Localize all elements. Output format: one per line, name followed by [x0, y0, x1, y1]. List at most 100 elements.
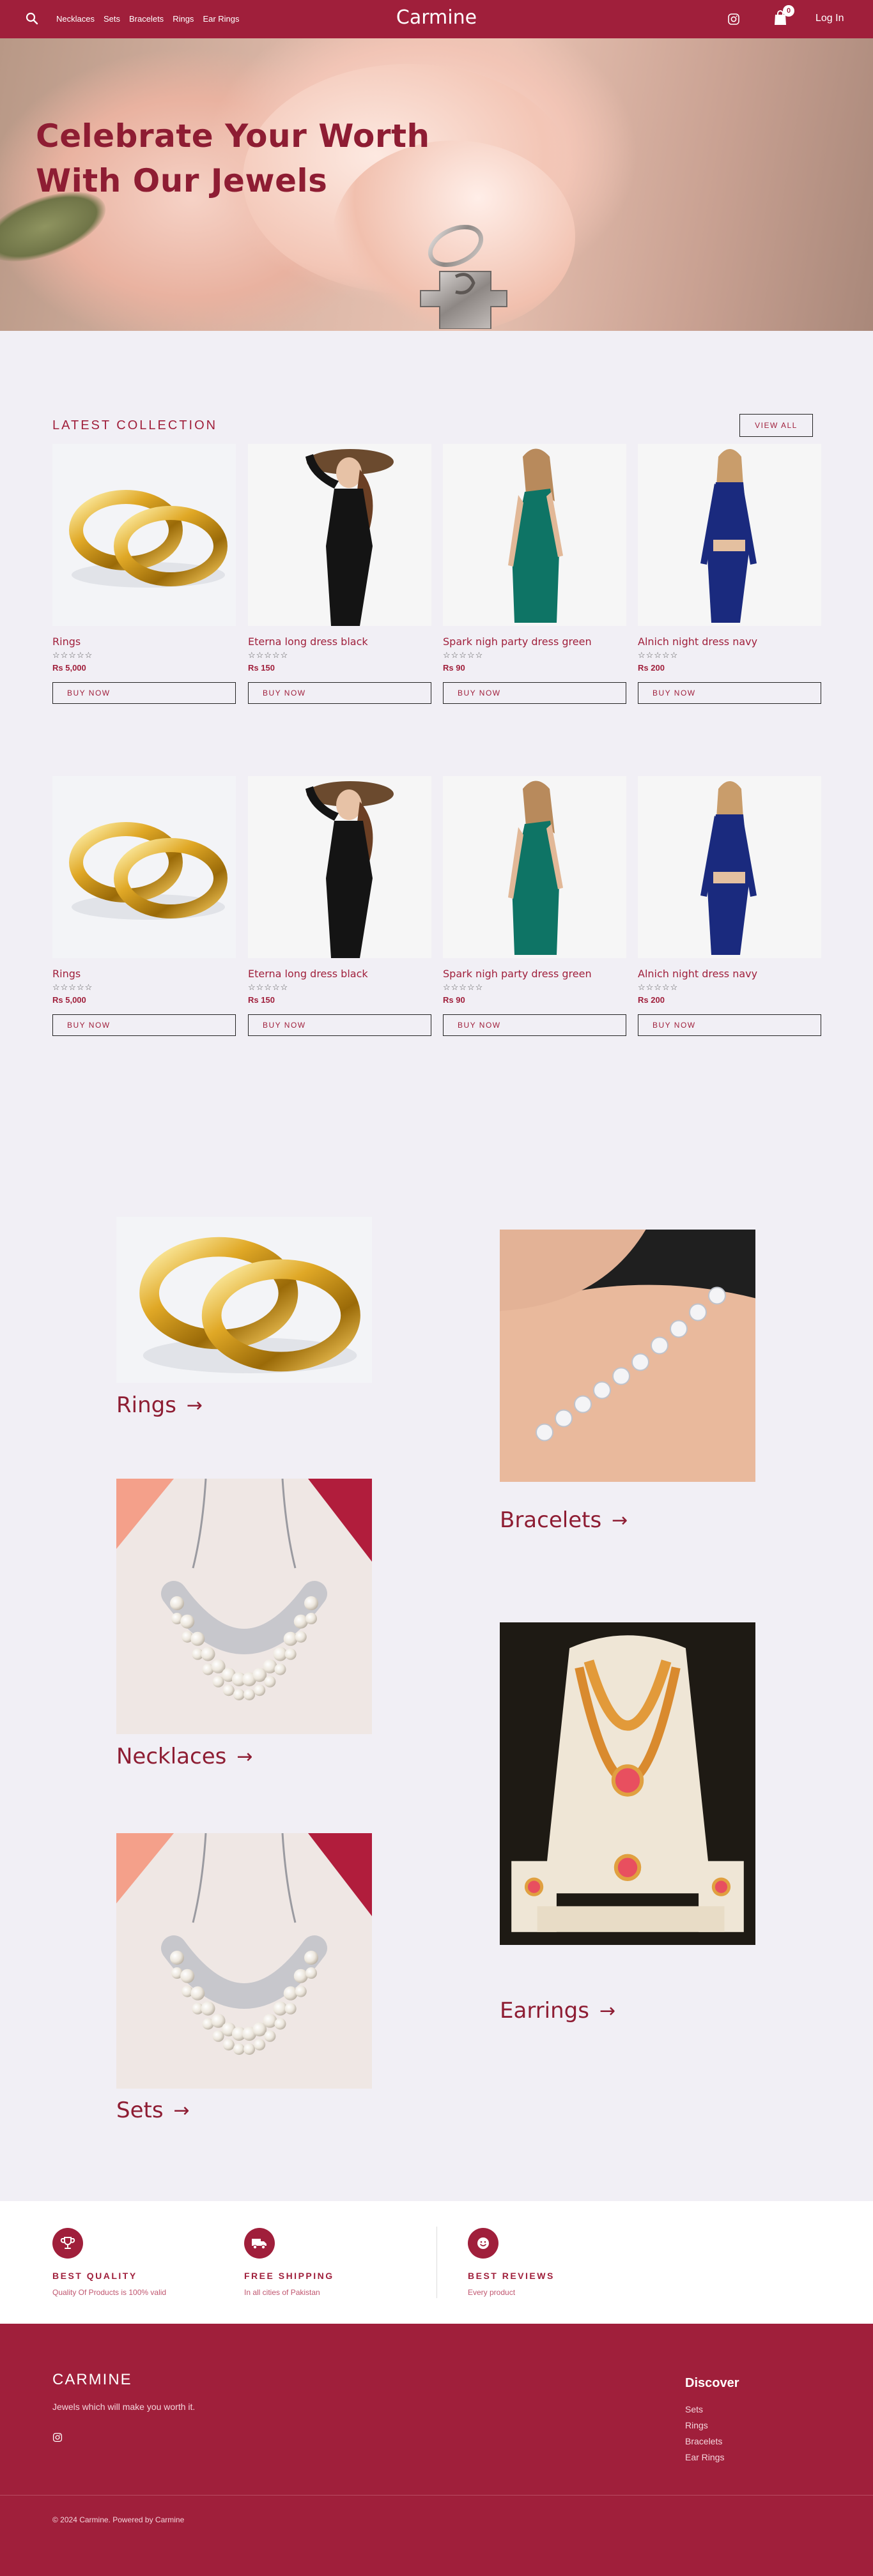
category-image-sets[interactable]: [116, 1833, 372, 2089]
product-name[interactable]: Eterna long dress black: [248, 968, 431, 980]
arrow-right-icon: →: [599, 1999, 616, 2022]
site-header: Necklaces Sets Bracelets Rings Ear Rings…: [0, 0, 873, 38]
category-image-rings[interactable]: [116, 1217, 372, 1383]
product-name[interactable]: Rings: [52, 968, 236, 980]
footer-link-ear-rings[interactable]: Ear Rings: [685, 2452, 724, 2468]
nav-bracelets[interactable]: Bracelets: [129, 14, 164, 24]
instagram-icon[interactable]: [52, 2432, 63, 2443]
category-image-necklaces[interactable]: [116, 1479, 372, 1734]
nav-ear-rings[interactable]: Ear Rings: [203, 14, 239, 24]
footer-tagline: Jewels which will make you worth it.: [52, 2402, 196, 2412]
category-label[interactable]: Bracelets: [500, 1507, 601, 1533]
product-price: Rs 200: [638, 663, 665, 673]
product-image[interactable]: [248, 444, 431, 626]
feature-free-shipping: FREE SHIPPING In all cities of Pakistan: [244, 2228, 334, 2297]
product-card[interactable]: Rings ☆☆☆☆☆ Rs 5,000 BUY NOW: [52, 776, 236, 1036]
category-label[interactable]: Rings: [116, 1392, 176, 1418]
login-link[interactable]: Log In: [815, 13, 844, 24]
product-price: Rs 150: [248, 663, 275, 673]
footer-links: Sets Rings Bracelets Ear Rings: [685, 2404, 724, 2468]
product-name[interactable]: Spark nigh party dress green: [443, 968, 626, 980]
category-link-necklaces[interactable]: Necklaces →: [116, 1744, 252, 1769]
category-link-sets[interactable]: Sets →: [116, 2098, 190, 2123]
product-image[interactable]: [248, 776, 431, 958]
product-name[interactable]: Eterna long dress black: [248, 636, 431, 648]
feature-best-reviews: BEST REVIEWS Every product: [468, 2228, 555, 2297]
hero-banner: Celebrate Your Worth With Our Jewels: [0, 38, 873, 331]
product-name[interactable]: Alnich night dress navy: [638, 636, 821, 648]
buy-now-button[interactable]: BUY NOW: [248, 1014, 431, 1036]
rating-stars: ☆☆☆☆☆: [638, 982, 679, 992]
buy-now-button[interactable]: BUY NOW: [638, 1014, 821, 1036]
category-image-bracelets[interactable]: [500, 1230, 755, 1482]
view-all-button[interactable]: VIEW ALL: [739, 414, 813, 437]
buy-now-button[interactable]: BUY NOW: [52, 682, 236, 704]
product-image[interactable]: [443, 444, 626, 626]
product-name[interactable]: Spark nigh party dress green: [443, 636, 626, 648]
nav-necklaces[interactable]: Necklaces: [56, 14, 95, 24]
truck-icon: [244, 2228, 275, 2259]
product-image[interactable]: [638, 776, 821, 958]
category-link-earrings[interactable]: Earrings →: [500, 1998, 615, 2023]
footer-brand: CARMINE: [52, 2371, 132, 2388]
rating-stars: ☆☆☆☆☆: [443, 982, 484, 992]
footer-link-bracelets[interactable]: Bracelets: [685, 2436, 724, 2452]
rating-stars: ☆☆☆☆☆: [52, 650, 93, 660]
footer-discover-title: Discover: [685, 2376, 739, 2390]
buy-now-button[interactable]: BUY NOW: [638, 682, 821, 704]
product-card[interactable]: Spark nigh party dress green ☆☆☆☆☆ Rs 90 BU…: [443, 776, 626, 1036]
product-card[interactable]: Alnich night dress navy ☆☆☆☆☆ Rs 200 BUY NO…: [638, 444, 821, 704]
feature-divider: [436, 2227, 437, 2298]
category-label[interactable]: Necklaces: [116, 1744, 226, 1769]
footer-divider: [0, 2495, 873, 2496]
trophy-icon: [52, 2228, 83, 2259]
footer-link-rings[interactable]: Rings: [685, 2420, 724, 2436]
feature-title: BEST QUALITY: [52, 2271, 137, 2281]
instagram-icon[interactable]: [727, 13, 740, 26]
product-image[interactable]: [638, 444, 821, 626]
buy-now-button[interactable]: BUY NOW: [248, 682, 431, 704]
arrow-right-icon: →: [612, 1509, 628, 1532]
buy-now-button[interactable]: BUY NOW: [443, 682, 626, 704]
product-image[interactable]: [52, 776, 236, 958]
buy-now-button[interactable]: BUY NOW: [52, 1014, 236, 1036]
product-image[interactable]: [443, 776, 626, 958]
rating-stars: ☆☆☆☆☆: [52, 982, 93, 992]
category-link-bracelets[interactable]: Bracelets →: [500, 1507, 628, 1533]
product-card[interactable]: Eterna long dress black ☆☆☆☆☆ Rs 150 BUY NO…: [248, 776, 431, 1036]
site-footer: CARMINE Jewels which will make you worth…: [0, 2324, 873, 2576]
category-label[interactable]: Sets: [116, 2098, 164, 2123]
arrow-right-icon: →: [186, 1394, 203, 1417]
cart-count-badge: 0: [783, 5, 794, 17]
product-price: Rs 90: [443, 995, 465, 1005]
feature-title: BEST REVIEWS: [468, 2271, 555, 2281]
feature-title: FREE SHIPPING: [244, 2271, 334, 2281]
arrow-right-icon: →: [236, 1745, 253, 1768]
smile-icon: [468, 2228, 498, 2259]
footer-copyright: © 2024 Carmine. Powered by Carmine: [52, 2515, 185, 2524]
nav-rings[interactable]: Rings: [173, 14, 194, 24]
product-price: Rs 5,000: [52, 995, 86, 1005]
rating-stars: ☆☆☆☆☆: [248, 982, 289, 992]
feature-desc: Every product: [468, 2288, 516, 2297]
feature-desc: In all cities of Pakistan: [244, 2288, 320, 2297]
feature-desc: Quality Of Products is 100% valid: [52, 2288, 167, 2297]
product-card[interactable]: Spark nigh party dress green ☆☆☆☆☆ Rs 90 BU…: [443, 444, 626, 704]
footer-link-sets[interactable]: Sets: [685, 2404, 724, 2420]
features-strip: BEST QUALITY Quality Of Products is 100%…: [0, 2201, 873, 2324]
product-name[interactable]: Alnich night dress navy: [638, 968, 821, 980]
category-image-earrings[interactable]: [500, 1622, 755, 1945]
category-link-rings[interactable]: Rings →: [116, 1392, 203, 1418]
search-icon[interactable]: [24, 11, 40, 26]
product-image[interactable]: [52, 444, 236, 626]
buy-now-button[interactable]: BUY NOW: [443, 1014, 626, 1036]
nav-sets[interactable]: Sets: [104, 14, 120, 24]
main-nav: Necklaces Sets Bracelets Rings Ear Rings: [56, 14, 240, 24]
product-name[interactable]: Rings: [52, 636, 236, 648]
rating-stars: ☆☆☆☆☆: [638, 650, 679, 660]
product-card[interactable]: Eterna long dress black ☆☆☆☆☆ Rs 150 BUY NO…: [248, 444, 431, 704]
category-label[interactable]: Earrings: [500, 1998, 589, 2023]
product-card[interactable]: Rings ☆☆☆☆☆ Rs 5,000 BUY NOW: [52, 444, 236, 704]
product-price: Rs 90: [443, 663, 465, 673]
product-card[interactable]: Alnich night dress navy ☆☆☆☆☆ Rs 200 BUY NO…: [638, 776, 821, 1036]
